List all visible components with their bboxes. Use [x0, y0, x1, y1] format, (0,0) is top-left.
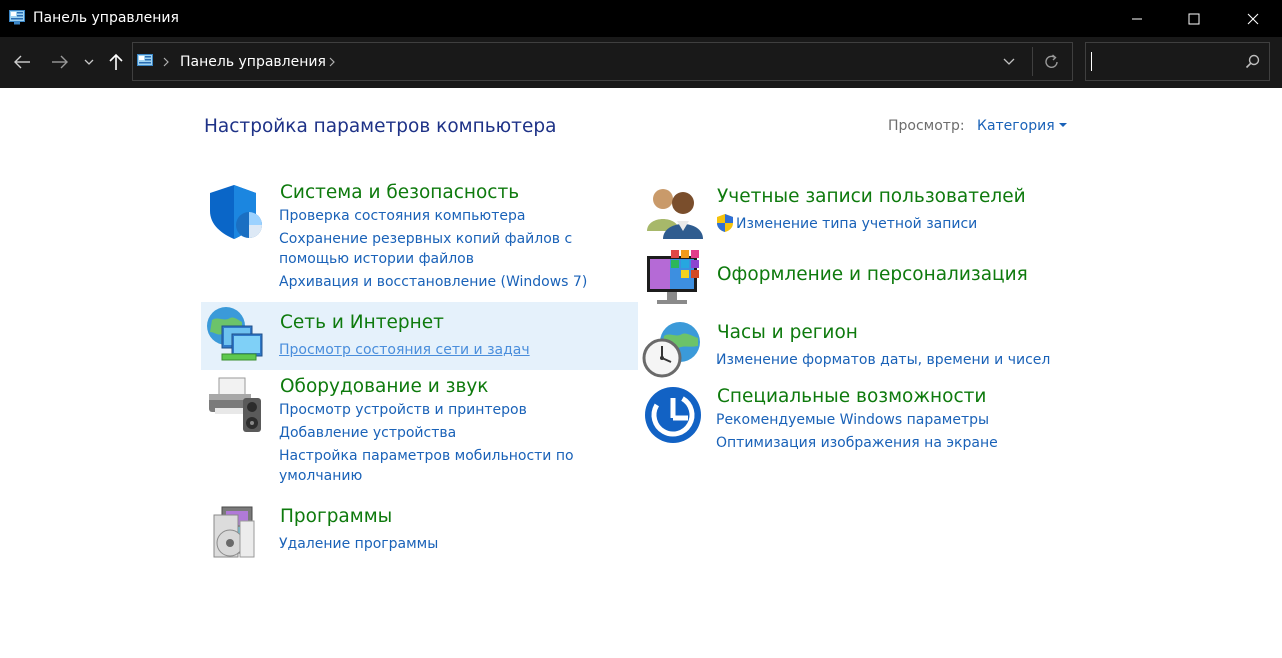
search-icon[interactable] [1245, 54, 1260, 69]
maximize-icon [1188, 13, 1200, 24]
arrow-up-icon [109, 53, 123, 70]
shield-icon[interactable] [206, 181, 268, 243]
category-title-clock[interactable]: Часы и регион [717, 322, 858, 343]
link-archive-restore[interactable]: Архивация и восстановление (Windows 7) [279, 272, 587, 292]
category-title-hardware[interactable]: Оборудование и звук [280, 376, 488, 397]
refresh-icon[interactable] [1043, 53, 1061, 71]
chevron-right-icon[interactable] [328, 57, 336, 67]
category-title-network[interactable]: Сеть и Интернет [280, 312, 444, 333]
chevron-down-icon [84, 59, 94, 65]
link-mobility-line1[interactable]: Настройка параметров мобильности по [279, 446, 574, 466]
link-mobility-line2[interactable]: умолчанию [279, 466, 362, 486]
category-title-system[interactable]: Система и безопасность [280, 182, 519, 203]
close-button[interactable] [1224, 0, 1282, 37]
users-icon[interactable] [645, 181, 707, 243]
link-recommended-settings[interactable]: Рекомендуемые Windows параметры [716, 410, 989, 430]
link-check-status[interactable]: Проверка состояния компьютера [279, 206, 525, 226]
network-globe-icon[interactable] [204, 304, 266, 366]
category-title-accounts[interactable]: Учетные записи пользователей [717, 186, 1026, 207]
ease-of-access-icon[interactable] [644, 384, 706, 446]
arrow-left-icon [14, 55, 30, 69]
uac-shield-icon [717, 214, 733, 232]
minimize-button[interactable] [1108, 0, 1166, 37]
separator [1032, 47, 1033, 76]
minimize-icon [1132, 18, 1142, 19]
recent-locations-button[interactable] [78, 49, 100, 75]
text-cursor [1091, 52, 1092, 71]
control-panel-icon [9, 10, 25, 25]
link-change-account-type[interactable]: Изменение типа учетной записи [736, 214, 977, 234]
arrow-right-icon [52, 55, 68, 69]
link-backup-line1[interactable]: Сохранение резервных копий файлов с [279, 229, 572, 249]
search-input[interactable] [1085, 42, 1270, 81]
link-backup-line2[interactable]: помощью истории файлов [279, 249, 474, 269]
view-label: Просмотр: [888, 118, 965, 134]
view-mode-value[interactable]: Категория [977, 118, 1055, 134]
clock-globe-icon[interactable] [642, 318, 704, 380]
category-title-ease[interactable]: Специальные возможности [717, 386, 986, 407]
chevron-down-icon[interactable] [1003, 58, 1015, 66]
link-network-status[interactable]: Просмотр состояния сети и задач [279, 340, 530, 360]
caret-down-icon [1058, 123, 1067, 127]
maximize-button[interactable] [1165, 0, 1223, 37]
link-uninstall-program[interactable]: Удаление программы [279, 534, 438, 554]
link-devices-printers[interactable]: Просмотр устройств и принтеров [279, 400, 527, 420]
chevron-right-icon[interactable] [162, 57, 170, 67]
close-icon [1247, 13, 1259, 24]
page-title: Настройка параметров компьютера [204, 116, 557, 137]
address-bar[interactable]: Панель управления [132, 42, 1073, 81]
personalization-icon[interactable] [645, 248, 707, 310]
back-button[interactable] [9, 49, 35, 75]
category-title-appearance[interactable]: Оформление и персонализация [717, 264, 1028, 285]
printer-icon[interactable] [205, 374, 267, 436]
link-add-device[interactable]: Добавление устройства [279, 423, 456, 443]
window-title: Панель управления [33, 10, 179, 26]
up-button[interactable] [103, 49, 129, 75]
breadcrumb-control-panel[interactable]: Панель управления [180, 54, 326, 70]
category-title-programs[interactable]: Программы [280, 506, 392, 527]
view-mode-dropdown[interactable]: Категория [977, 118, 1067, 134]
programs-icon[interactable] [208, 501, 270, 563]
forward-button[interactable] [47, 49, 73, 75]
main-content: Настройка параметров компьютера Просмотр… [0, 88, 1282, 658]
control-panel-icon [137, 54, 153, 66]
link-optimize-display[interactable]: Оптимизация изображения на экране [716, 433, 998, 453]
title-bar: Панель управления [0, 0, 1282, 37]
link-date-formats[interactable]: Изменение форматов даты, времени и чисел [716, 350, 1050, 370]
